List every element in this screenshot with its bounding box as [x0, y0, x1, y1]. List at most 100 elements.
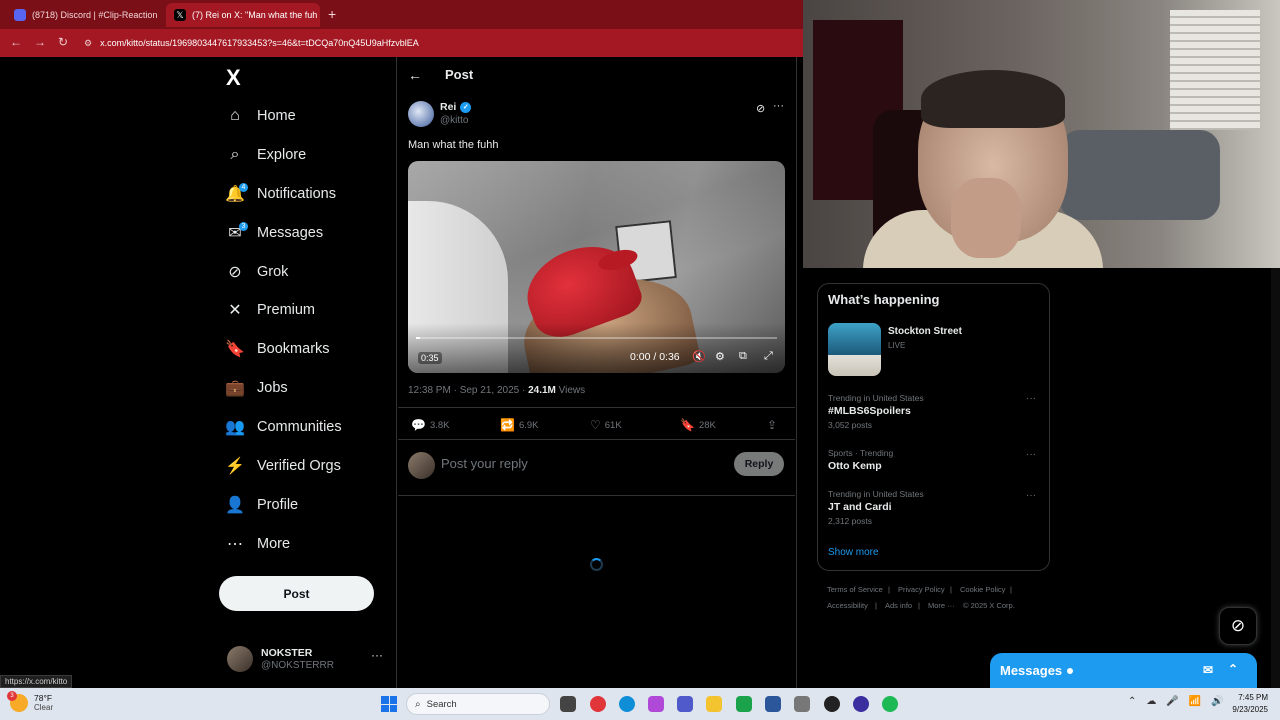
- footer-link-cookies[interactable]: Cookie Policy: [960, 585, 1005, 594]
- footer-link-more[interactable]: More ···: [928, 601, 955, 610]
- url-field[interactable]: ⚙ x.com/kitto/status/1969803447617933453…: [84, 34, 419, 52]
- forward-icon[interactable]: →: [34, 35, 46, 49]
- more-icon[interactable]: ···: [1026, 449, 1036, 460]
- footer-link-ads-info[interactable]: Ads info: [885, 601, 912, 610]
- xbox-icon[interactable]: [736, 696, 752, 712]
- footer-separator: |: [1010, 585, 1012, 594]
- author-name[interactable]: Rei ✓: [440, 101, 472, 113]
- grok-icon[interactable]: ⊘: [756, 102, 765, 115]
- more-icon[interactable]: ···: [371, 648, 383, 662]
- post-date[interactable]: 12:38 PM · Sep 21, 2025 ·: [408, 385, 528, 396]
- sidebar-item-jobs[interactable]: 💼 Jobs: [225, 373, 288, 403]
- video-time: 0:00 / 0:36: [630, 351, 680, 363]
- video-controls-shade: [408, 323, 785, 373]
- back-icon[interactable]: ←: [10, 35, 22, 49]
- footer-link-terms[interactable]: Terms of Service: [827, 585, 883, 594]
- edge-browser-icon[interactable]: [619, 696, 635, 712]
- new-message-icon[interactable]: ✉: [1203, 663, 1213, 677]
- sidebar-item-label: Premium: [257, 302, 316, 318]
- reply-button[interactable]: Reply: [734, 452, 784, 476]
- sidebar-item-more[interactable]: ⋯ More: [225, 529, 290, 559]
- trend-name[interactable]: Otto Kemp: [828, 460, 882, 472]
- chevron-up-icon[interactable]: ⌃: [1228, 662, 1238, 676]
- tab-x-post[interactable]: 𝕏 (7) Rei on X: "Man what the fuh ✕: [166, 3, 320, 27]
- teams-icon[interactable]: [677, 696, 693, 712]
- sidebar-item-explore[interactable]: ⌕ Explore: [225, 140, 307, 170]
- pip-icon[interactable]: ⧉: [739, 350, 747, 363]
- sidebar-item-grok[interactable]: ⊘ Grok: [225, 257, 288, 287]
- x-logo-icon[interactable]: X: [226, 65, 241, 91]
- grok-fab-button[interactable]: ⊘: [1219, 607, 1257, 645]
- back-arrow-icon[interactable]: ←: [408, 67, 422, 83]
- sidebar-item-label: Profile: [257, 497, 299, 513]
- opera-browser-icon[interactable]: [590, 696, 606, 712]
- sidebar-item-label: Notifications: [257, 186, 336, 202]
- settings-gear-icon[interactable]: ⚙: [715, 350, 725, 363]
- store-icon[interactable]: [765, 696, 781, 712]
- author-handle[interactable]: @kitto: [440, 115, 469, 126]
- reply-button[interactable]: 💬 3.8K: [411, 418, 450, 432]
- trend-thumbnail[interactable]: [828, 323, 881, 376]
- sidebar-item-premium[interactable]: ✕ Premium: [225, 295, 315, 325]
- new-tab-button[interactable]: +: [328, 6, 336, 22]
- spotify-icon[interactable]: [882, 696, 898, 712]
- microphone-icon[interactable]: 🎤: [1166, 696, 1178, 707]
- like-button[interactable]: ♡ 61K: [590, 418, 622, 432]
- scrollbar[interactable]: [1271, 268, 1280, 688]
- mute-icon[interactable]: 🔇: [692, 350, 706, 363]
- copilot-icon[interactable]: [648, 696, 664, 712]
- bookmark-button[interactable]: 🔖 28K: [680, 418, 716, 432]
- reply-input[interactable]: Post your reply: [441, 456, 528, 471]
- trend-name[interactable]: Stockton Street: [888, 326, 962, 337]
- video-progress-bar[interactable]: [416, 337, 777, 339]
- footer-link-accessibility[interactable]: Accessibility: [827, 601, 868, 610]
- app-icon[interactable]: [794, 696, 810, 712]
- obs-icon[interactable]: [824, 696, 840, 712]
- more-icon[interactable]: ···: [1026, 490, 1036, 501]
- cloud-icon[interactable]: ☁: [1146, 696, 1156, 707]
- author-avatar[interactable]: [408, 101, 434, 127]
- repost-button[interactable]: 🔁 6.9K: [500, 418, 539, 432]
- messages-drawer[interactable]: Messages ✉ ⌃: [990, 653, 1257, 688]
- taskbar-clock[interactable]: 7:45 PM 9/23/2025: [1222, 692, 1268, 716]
- chevron-up-icon[interactable]: ⌃: [1128, 696, 1136, 707]
- tab-discord[interactable]: (8718) Discord | #Clip-Reaction ✕: [6, 3, 162, 27]
- close-icon[interactable]: ✕: [157, 9, 162, 22]
- close-icon[interactable]: ✕: [317, 9, 320, 22]
- account-switcher[interactable]: NOKSTER @NOKSTERRR ···: [227, 642, 387, 676]
- sidebar-item-label: Explore: [257, 147, 307, 163]
- sidebar-item-home[interactable]: ⌂ Home: [225, 101, 296, 131]
- video-player[interactable]: 0:35 0:00 / 0:36 🔇 ⚙ ⧉ ⤢: [408, 161, 785, 373]
- reload-icon[interactable]: ↻: [58, 35, 68, 49]
- more-icon[interactable]: ···: [1026, 393, 1036, 404]
- site-info-icon[interactable]: ⚙: [84, 38, 92, 49]
- share-icon[interactable]: ⇪: [767, 418, 781, 432]
- trend-name[interactable]: #MLBS6Spoilers: [828, 405, 911, 417]
- footer-link-privacy[interactable]: Privacy Policy: [898, 585, 945, 594]
- webcam-bed: [1060, 130, 1220, 220]
- task-view-icon[interactable]: [560, 696, 576, 712]
- sidebar-item-communities[interactable]: 👥 Communities: [225, 412, 342, 442]
- weather-widget[interactable]: 3 78°F Clear: [7, 690, 53, 712]
- like-count: 61K: [604, 419, 622, 431]
- people-icon: 👥: [225, 419, 245, 436]
- file-explorer-icon[interactable]: [706, 696, 722, 712]
- sidebar-item-messages[interactable]: ✉ 3 Messages: [225, 218, 323, 248]
- more-icon[interactable]: ···: [773, 100, 784, 112]
- sidebar-item-verified-orgs[interactable]: ⚡ Verified Orgs: [225, 451, 341, 481]
- streaming-app-icon[interactable]: [853, 696, 869, 712]
- post-text: Man what the fuhh: [408, 139, 499, 151]
- fullscreen-icon[interactable]: ⤢: [764, 350, 773, 363]
- wifi-icon[interactable]: 📶: [1189, 696, 1201, 707]
- sidebar-item-notifications[interactable]: 🔔 4 Notifications: [225, 179, 336, 209]
- start-button[interactable]: [381, 696, 397, 712]
- sidebar-item-bookmarks[interactable]: 🔖 Bookmarks: [225, 334, 330, 364]
- account-handle: @NOKSTERRR: [261, 660, 334, 671]
- taskbar-search[interactable]: ⌕ Search: [406, 693, 550, 715]
- post-button[interactable]: Post: [219, 576, 374, 611]
- show-more-link[interactable]: Show more: [828, 547, 879, 558]
- sidebar-item-profile[interactable]: 👤 Profile: [225, 490, 298, 520]
- person-icon: 👤: [225, 497, 245, 514]
- footer-separator: |: [888, 585, 890, 594]
- trend-name[interactable]: JT and Cardi: [828, 501, 892, 513]
